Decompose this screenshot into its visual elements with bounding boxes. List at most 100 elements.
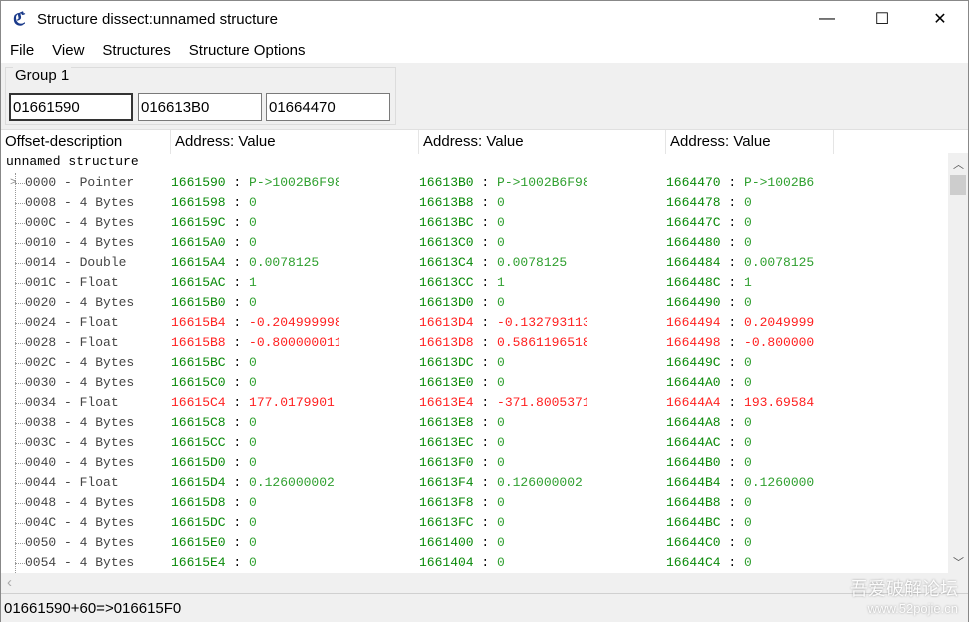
address-value-cell[interactable]: 1664480 : 0 xyxy=(666,233,834,253)
menu-structures[interactable]: Structures xyxy=(93,39,179,63)
tree-row[interactable]: >0000 - Pointer 1661590 : P->1002B6F98 166… xyxy=(1,173,948,193)
address-value-cell[interactable]: 16615CC : 0 xyxy=(171,433,339,453)
address-value-cell[interactable]: 16613D4 : -0.1327931136 xyxy=(419,313,587,333)
root-node[interactable]: unnamed structure xyxy=(6,154,139,169)
address-value-cell[interactable]: 16613E4 : -371.8005371 xyxy=(419,393,587,413)
vertical-scrollbar[interactable]: ︿ ﹀ xyxy=(948,153,968,573)
address-value-cell[interactable]: 16613B0 : P->1002B6F98 xyxy=(419,173,587,193)
address-value-cell[interactable]: 16615A0 : 0 xyxy=(171,233,339,253)
address-value-cell[interactable]: 16644B0 : 0 xyxy=(666,453,834,473)
address-value-cell[interactable]: 166449C : 0 xyxy=(666,353,834,373)
address-value-cell[interactable]: 16615A4 : 0.0078125 xyxy=(171,253,339,273)
address-value-cell[interactable]: 1664478 : 0 xyxy=(666,193,834,213)
tree-row[interactable]: 0054 - 4 Bytes 16615E4 : 0 1661404 : 0 1664… xyxy=(1,553,948,573)
minimize-button[interactable]: — xyxy=(804,1,850,37)
address-value-cell[interactable]: 16644A4 : 193.69584 xyxy=(666,393,834,413)
address-value-cell[interactable]: 1664498 : -0.800000 xyxy=(666,333,834,353)
address-value-cell[interactable]: 16644A0 : 0 xyxy=(666,373,834,393)
address-value-cell[interactable]: 16613E0 : 0 xyxy=(419,373,587,393)
address-value-cell[interactable]: 1661590 : P->1002B6F98 xyxy=(171,173,339,193)
address-value-cell[interactable]: 16644C0 : 0 xyxy=(666,533,834,553)
address-value-cell[interactable]: 16644C4 : 0 xyxy=(666,553,834,573)
address-value-cell[interactable]: 16613DC : 0 xyxy=(419,353,587,373)
address-value-cell[interactable]: 1661404 : 0 xyxy=(419,553,587,573)
tree-row[interactable]: 002C - 4 Bytes 16615BC : 0 16613DC : 0 1664… xyxy=(1,353,948,373)
header-address-value-1[interactable]: Address: Value xyxy=(171,130,419,154)
menu-file[interactable]: File xyxy=(1,39,43,63)
address-value-cell[interactable]: 16615D4 : 0.126000002 xyxy=(171,473,339,493)
menu-structure-options[interactable]: Structure Options xyxy=(180,39,315,63)
address-value-cell[interactable]: 16644B4 : 0.1260000 xyxy=(666,473,834,493)
address-value-cell[interactable]: 16615C4 : 177.0179901 xyxy=(171,393,339,413)
tree-row[interactable]: 0014 - Double 16615A4 : 0.0078125 16613C4 … xyxy=(1,253,948,273)
address-value-cell[interactable]: 16613F0 : 0 xyxy=(419,453,587,473)
tree-row[interactable]: 0010 - 4 Bytes 16615A0 : 0 16613C0 : 0 1664… xyxy=(1,233,948,253)
address-value-cell[interactable]: 16615E4 : 0 xyxy=(171,553,339,573)
address-value-cell[interactable]: 16613C0 : 0 xyxy=(419,233,587,253)
tree-row[interactable]: 0024 - Float 16615B4 : -0.2049999982 16613… xyxy=(1,313,948,333)
address-value-cell[interactable]: 16615C8 : 0 xyxy=(171,413,339,433)
address-value-cell[interactable]: 16615B8 : -0.8000000119 xyxy=(171,333,339,353)
close-button[interactable]: ✕ xyxy=(917,1,963,37)
address-value-cell[interactable]: 16613C4 : 0.0078125 xyxy=(419,253,587,273)
address-value-cell[interactable]: 16615AC : 1 xyxy=(171,273,339,293)
address-value-cell[interactable]: 1664494 : 0.2049999 xyxy=(666,313,834,333)
address-value-cell[interactable]: 16615E0 : 0 xyxy=(171,533,339,553)
header-address-value-2[interactable]: Address: Value xyxy=(419,130,666,154)
address-value-cell[interactable]: 1661598 : 0 xyxy=(171,193,339,213)
address-value-cell[interactable]: 16613B8 : 0 xyxy=(419,193,587,213)
address-value-cell[interactable]: 16644BC : 0 xyxy=(666,513,834,533)
tree-row[interactable]: 0044 - Float 16615D4 : 0.126000002 16613F4… xyxy=(1,473,948,493)
address-value-cell[interactable]: 16644A8 : 0 xyxy=(666,413,834,433)
address-value-cell[interactable]: 16644AC : 0 xyxy=(666,433,834,453)
address-value-cell[interactable]: 1661400 : 0 xyxy=(419,533,587,553)
scroll-down-icon[interactable]: ﹀ xyxy=(953,554,964,570)
address-value-cell[interactable]: 16613FC : 0 xyxy=(419,513,587,533)
address-value-cell[interactable]: 16613EC : 0 xyxy=(419,433,587,453)
scroll-thumb[interactable] xyxy=(950,175,966,195)
maximize-button[interactable]: ☐ xyxy=(859,1,905,37)
tree-row[interactable]: 0008 - 4 Bytes 1661598 : 0 16613B8 : 0 1664… xyxy=(1,193,948,213)
address-input-1[interactable] xyxy=(9,93,133,121)
address-value-cell[interactable]: 16644B8 : 0 xyxy=(666,493,834,513)
address-input-3[interactable] xyxy=(266,93,390,121)
tree-row[interactable]: 0038 - 4 Bytes 16615C8 : 0 16613E8 : 0 1664… xyxy=(1,413,948,433)
address-value-cell[interactable]: 16615B4 : -0.2049999982 xyxy=(171,313,339,333)
address-value-cell[interactable]: 16613CC : 1 xyxy=(419,273,587,293)
address-value-cell[interactable]: 166447C : 0 xyxy=(666,213,834,233)
scroll-left-icon[interactable]: ‹ xyxy=(7,574,12,591)
address-value-cell[interactable]: 16613E8 : 0 xyxy=(419,413,587,433)
address-value-cell[interactable]: 16615B0 : 0 xyxy=(171,293,339,313)
address-value-cell[interactable]: 16615D0 : 0 xyxy=(171,453,339,473)
address-value-cell[interactable]: 16615C0 : 0 xyxy=(171,373,339,393)
tree-row[interactable]: 0050 - 4 Bytes 16615E0 : 0 1661400 : 0 1664… xyxy=(1,533,948,553)
address-value-cell[interactable]: 16613F4 : 0.126000002 xyxy=(419,473,587,493)
tree-row[interactable]: 0020 - 4 Bytes 16615B0 : 0 16613D0 : 0 1664… xyxy=(1,293,948,313)
header-offset[interactable]: Offset-description xyxy=(1,130,171,154)
address-input-2[interactable] xyxy=(138,93,262,121)
tree-row[interactable]: 004C - 4 Bytes 16615DC : 0 16613FC : 0 1664… xyxy=(1,513,948,533)
tree-row[interactable]: 0034 - Float 16615C4 : 177.0179901 16613E4… xyxy=(1,393,948,413)
address-value-cell[interactable]: 16613F8 : 0 xyxy=(419,493,587,513)
header-address-value-3[interactable]: Address: Value xyxy=(666,130,834,154)
address-value-cell[interactable]: 1664484 : 0.0078125 xyxy=(666,253,834,273)
menu-view[interactable]: View xyxy=(43,39,93,63)
address-value-cell[interactable]: 16613BC : 0 xyxy=(419,213,587,233)
address-value-cell[interactable]: 16615DC : 0 xyxy=(171,513,339,533)
horizontal-scrollbar[interactable]: ‹ xyxy=(1,573,968,593)
address-value-cell[interactable]: 1664490 : 0 xyxy=(666,293,834,313)
address-value-cell[interactable]: 16613D8 : 0.5861196518 xyxy=(419,333,587,353)
tree-row[interactable]: 0030 - 4 Bytes 16615C0 : 0 16613E0 : 0 1664… xyxy=(1,373,948,393)
tree-row[interactable]: 0028 - Float 16615B8 : -0.8000000119 16613… xyxy=(1,333,948,353)
address-value-cell[interactable]: 16615D8 : 0 xyxy=(171,493,339,513)
tree-row[interactable]: 0040 - 4 Bytes 16615D0 : 0 16613F0 : 0 1664… xyxy=(1,453,948,473)
address-value-cell[interactable]: 1664470 : P->1002B6 xyxy=(666,173,834,193)
tree-row[interactable]: 0048 - 4 Bytes 16615D8 : 0 16613F8 : 0 1664… xyxy=(1,493,948,513)
tree-row[interactable]: 000C - 4 Bytes 166159C : 0 16613BC : 0 1664… xyxy=(1,213,948,233)
expand-arrow-icon[interactable]: > xyxy=(10,173,17,193)
tree-row[interactable]: 001C - Float 16615AC : 1 16613CC : 1 166448… xyxy=(1,273,948,293)
address-value-cell[interactable]: 166448C : 1 xyxy=(666,273,834,293)
scroll-up-icon[interactable]: ︿ xyxy=(953,156,964,172)
address-value-cell[interactable]: 16613D0 : 0 xyxy=(419,293,587,313)
tree-row[interactable]: 003C - 4 Bytes 16615CC : 0 16613EC : 0 1664… xyxy=(1,433,948,453)
